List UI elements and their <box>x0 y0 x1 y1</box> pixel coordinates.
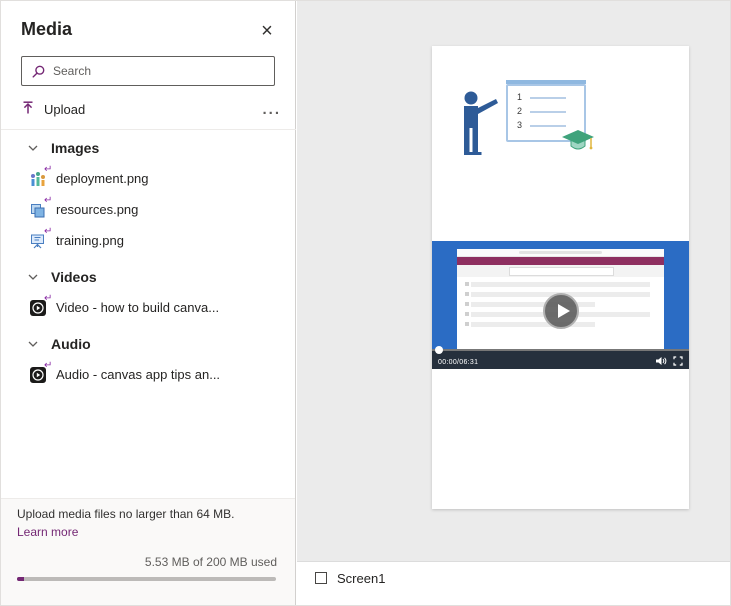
media-item-label: deployment.png <box>56 171 149 186</box>
thumbnail-browser-chrome <box>457 249 664 257</box>
chevron-down-icon <box>28 274 38 280</box>
upload-button[interactable]: Upload <box>21 101 85 118</box>
screen-tree-bar: Screen1 <box>297 561 731 606</box>
fullscreen-icon[interactable] <box>673 356 683 366</box>
close-icon <box>261 25 273 40</box>
learn-more-link[interactable]: Learn more <box>17 525 78 539</box>
search-input[interactable] <box>53 57 274 85</box>
media-item-resources[interactable]: resources.png <box>1 194 295 225</box>
audio-file-icon <box>29 366 47 384</box>
upload-row: Upload ... <box>21 94 281 124</box>
thumbnail-header-band <box>457 257 664 265</box>
board-line <box>530 97 566 99</box>
thumbnail-search-band <box>457 265 664 277</box>
search-icon <box>32 65 45 78</box>
board-row: 2 <box>517 107 575 116</box>
media-item-video[interactable]: Video - how to build canva... <box>1 292 295 323</box>
board-number: 3 <box>517 121 523 130</box>
thumbnail-content-row <box>471 322 595 327</box>
chevron-down-icon <box>28 145 38 151</box>
screen-checkbox[interactable] <box>315 572 327 584</box>
board-row: 1 <box>517 93 575 102</box>
board-number: 1 <box>517 93 523 102</box>
media-item-label: Audio - canvas app tips an... <box>56 367 220 382</box>
storage-usage-text: 5.53 MB of 200 MB used <box>17 555 277 569</box>
media-item-audio[interactable]: Audio - canvas app tips an... <box>1 359 295 390</box>
video-controls: 00:00/06:31 <box>432 349 689 369</box>
section-label: Images <box>51 140 99 156</box>
section-label: Audio <box>51 336 91 352</box>
media-item-deployment[interactable]: deployment.png <box>1 163 295 194</box>
media-item-label: training.png <box>56 233 124 248</box>
training-image-icon <box>29 232 47 250</box>
storage-progress-bar <box>17 577 276 581</box>
canvas-area: 1 2 3 <box>297 1 731 606</box>
resources-image-icon <box>29 201 47 219</box>
seek-handle[interactable] <box>435 346 443 354</box>
training-illustration-image[interactable]: 1 2 3 <box>456 84 596 176</box>
graduation-cap-icon <box>560 128 596 159</box>
section-header-audio[interactable]: Audio <box>1 329 295 359</box>
app-root: Media Uploa <box>0 0 731 606</box>
storage-progress-fill <box>17 577 24 581</box>
search-box <box>21 56 275 86</box>
media-panel: Media Uploa <box>1 1 296 606</box>
seek-bar[interactable] <box>432 349 689 351</box>
thumbnail-content-row <box>471 282 650 287</box>
app-screen-canvas[interactable]: 1 2 3 <box>432 46 689 509</box>
close-button[interactable] <box>253 17 281 45</box>
media-item-training[interactable]: training.png <box>1 225 295 256</box>
board-number: 2 <box>517 107 523 116</box>
panel-title: Media <box>21 19 72 40</box>
upload-limit-note: Upload media files no larger than 64 MB. <box>17 507 277 521</box>
video-time: 00:00/06:31 <box>438 359 478 366</box>
upload-icon <box>21 101 35 118</box>
media-item-label: Video - how to build canva... <box>56 300 219 315</box>
play-icon <box>558 304 570 318</box>
play-button[interactable] <box>543 293 579 329</box>
section-header-images[interactable]: Images <box>1 133 295 163</box>
video-player[interactable]: 00:00/06:31 <box>432 241 689 369</box>
board-line <box>530 125 566 127</box>
upload-label: Upload <box>44 102 85 117</box>
screen-label[interactable]: Screen1 <box>337 571 385 586</box>
chevron-down-icon <box>28 341 38 347</box>
media-item-label: resources.png <box>56 202 138 217</box>
section-header-videos[interactable]: Videos <box>1 262 295 292</box>
media-list: Images deployment.png <box>1 133 295 390</box>
more-button[interactable]: ... <box>262 101 281 118</box>
volume-icon[interactable] <box>656 356 667 366</box>
presenter-person-icon <box>456 90 502 167</box>
panel-divider <box>1 129 296 130</box>
board-line <box>530 111 566 113</box>
deployment-image-icon <box>29 170 47 188</box>
panel-footer: Upload media files no larger than 64 MB.… <box>1 498 295 606</box>
section-label: Videos <box>51 269 97 285</box>
video-file-icon <box>29 299 47 317</box>
